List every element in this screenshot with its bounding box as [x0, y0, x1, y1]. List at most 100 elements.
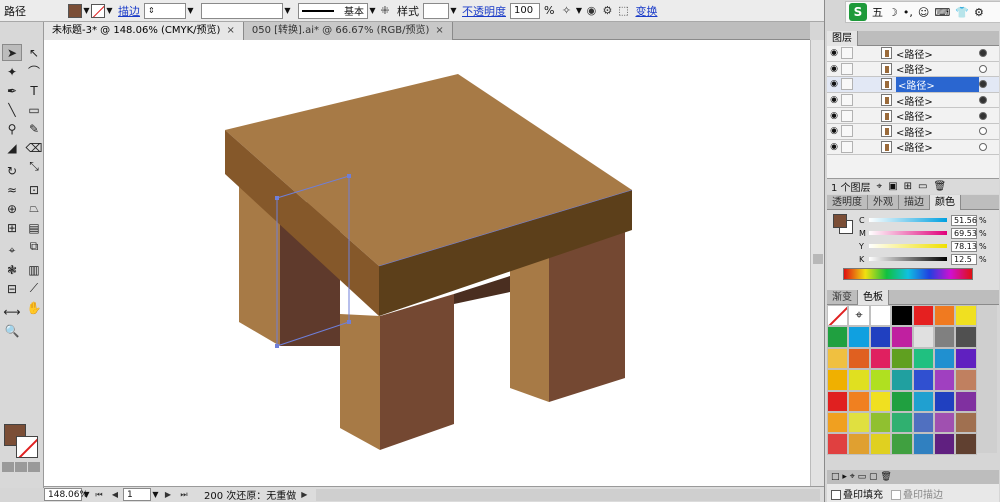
color-swatch[interactable] [891, 347, 913, 370]
pencil-tool-icon[interactable]: ✎ [24, 120, 44, 137]
locate-object-icon[interactable]: ⌖ [877, 181, 883, 192]
leg-front-front-face[interactable] [380, 294, 454, 450]
layer-row[interactable]: ◉ <路径> [827, 93, 999, 109]
recolor-icon[interactable]: ✧ [558, 3, 574, 19]
behind-mode-icon[interactable] [15, 462, 27, 472]
tab-050-converted[interactable]: 050 [转换].ai* @ 66.67% (RGB/预览) × [243, 22, 453, 40]
color-swatch[interactable] [827, 369, 849, 391]
blend-tool-icon[interactable]: ⧉ [24, 238, 44, 255]
artboard-number-field[interactable]: 1 [123, 488, 151, 501]
color-swatch[interactable] [891, 433, 913, 455]
next-artboard-icon[interactable]: ▶ [160, 487, 176, 502]
close-icon[interactable]: × [435, 25, 443, 36]
line-tool-icon[interactable]: ╲ [2, 101, 22, 118]
leg-back-right-left-face[interactable] [510, 248, 549, 402]
chevron-down-icon[interactable]: ▼ [368, 4, 377, 18]
perspective-tool-icon[interactable]: ⏢ [24, 200, 44, 217]
chevron-down-icon[interactable]: ▼ [283, 4, 292, 18]
style-picker[interactable] [423, 2, 449, 19]
color-swatch[interactable] [955, 347, 977, 370]
selection-tool-icon[interactable]: ➤ [2, 44, 22, 61]
channel-slider[interactable] [869, 257, 947, 261]
channel-slider[interactable] [869, 218, 947, 222]
color-swatch[interactable] [955, 390, 977, 412]
layer-row[interactable]: ◉ <路径> [827, 124, 999, 140]
scale-tool-icon[interactable]: ⤡ [24, 158, 44, 175]
color-swatch[interactable] [827, 433, 849, 455]
color-swatch[interactable] [869, 390, 892, 412]
last-artboard-icon[interactable]: ⏭ [176, 487, 192, 502]
zoom-tool-icon[interactable]: 🔍 [2, 322, 22, 339]
zoom-field[interactable]: 148.06% [44, 488, 88, 501]
lock-toggle[interactable] [841, 62, 853, 75]
leg-front-left-face[interactable] [340, 314, 380, 450]
target-icon[interactable] [979, 80, 987, 89]
rectangle-tool-icon[interactable]: ▭ [24, 101, 44, 118]
target-icon[interactable] [979, 96, 987, 105]
layer-row[interactable]: ◉ <路径> [827, 108, 999, 124]
normal-mode-icon[interactable] [2, 462, 14, 472]
channel-slider[interactable] [869, 244, 947, 248]
fill-stroke-widget[interactable] [4, 424, 40, 460]
tab-stroke[interactable]: 描边 [899, 194, 930, 210]
chevron-down-icon[interactable]: ▼ [82, 488, 91, 502]
channel-value-input[interactable]: 51.56 [951, 214, 977, 226]
color-swatch[interactable] [848, 411, 870, 434]
color-swatch[interactable] [955, 369, 977, 391]
chevron-down-icon[interactable]: ▼ [82, 4, 91, 18]
first-artboard-icon[interactable]: ⏮ [91, 487, 107, 502]
anchor-point[interactable] [275, 344, 279, 348]
align-icon[interactable]: ⁜ [377, 3, 393, 19]
warp-tool-icon[interactable]: ≈ [2, 181, 22, 198]
stroke-weight-field[interactable]: ⇕ [144, 2, 186, 19]
mesh-tool-icon[interactable]: ⊞ [2, 219, 22, 236]
chevron-down-icon[interactable]: ▼ [105, 4, 114, 18]
tab-appearance[interactable]: 外观 [868, 194, 899, 210]
color-swatch[interactable] [869, 305, 892, 327]
lock-toggle[interactable] [841, 94, 853, 107]
trash-icon[interactable]: 🗑 [933, 181, 946, 192]
color-swatch[interactable] [912, 433, 934, 455]
shape-builder-tool-icon[interactable]: ⊕ [2, 200, 22, 217]
emoji-icon[interactable]: ☺ [918, 6, 929, 19]
color-swatch[interactable] [912, 390, 934, 412]
channel-value-input[interactable]: 69.53 [951, 227, 977, 239]
anchor-point[interactable] [347, 320, 351, 324]
lock-toggle[interactable] [841, 78, 853, 91]
swatch-footer-icons[interactable]: □ ▸ ⌖ ▭ ▢ 🗑 [831, 472, 892, 482]
color-swatch[interactable] [827, 347, 849, 370]
tab-gradient[interactable]: 渐变 [827, 289, 858, 305]
type-tool-icon[interactable]: T [24, 82, 44, 99]
color-swatch[interactable] [933, 369, 956, 391]
inside-mode-icon[interactable] [28, 462, 40, 472]
color-swatch[interactable] [869, 433, 892, 455]
magic-wand-tool-icon[interactable]: ✦ [2, 63, 22, 80]
eye-icon[interactable]: ◉ [827, 79, 841, 89]
direct-selection-tool-icon[interactable]: ↖ [24, 44, 44, 61]
settings-icon[interactable]: ⚙ [599, 3, 615, 19]
color-swatch[interactable] [912, 326, 934, 348]
status-menu-icon[interactable]: ▶ [296, 487, 312, 502]
prev-artboard-icon[interactable]: ◀ [107, 487, 123, 502]
opacity-input[interactable]: 100 [510, 2, 540, 19]
skin-icon[interactable]: 👕 [955, 6, 969, 19]
eye-icon[interactable]: ◉ [827, 95, 841, 105]
fill-color-swatch[interactable] [68, 3, 82, 18]
color-swatch[interactable] [848, 433, 870, 455]
color-swatch[interactable] [912, 305, 934, 327]
hand-tool-icon[interactable]: ✋ [24, 299, 44, 316]
stepper-icon[interactable]: ⇕ [148, 6, 155, 15]
artboard-canvas[interactable] [44, 40, 810, 486]
arrange-icon[interactable]: ⬚ [615, 3, 631, 19]
color-swatch[interactable] [955, 433, 977, 455]
anchor-point[interactable] [275, 196, 279, 200]
tab-transparency[interactable]: 透明度 [827, 194, 868, 210]
symbol-sprayer-tool-icon[interactable]: ❃ [2, 261, 22, 278]
scrollbar-thumb[interactable] [813, 254, 823, 264]
color-swatch[interactable] [891, 369, 913, 391]
color-swatch[interactable] [891, 411, 913, 434]
color-swatch[interactable] [933, 433, 956, 455]
color-swatch[interactable] [848, 390, 870, 412]
channel-value-input[interactable]: 78.13 [951, 240, 977, 252]
chevron-down-icon[interactable]: ▼ [574, 4, 583, 18]
